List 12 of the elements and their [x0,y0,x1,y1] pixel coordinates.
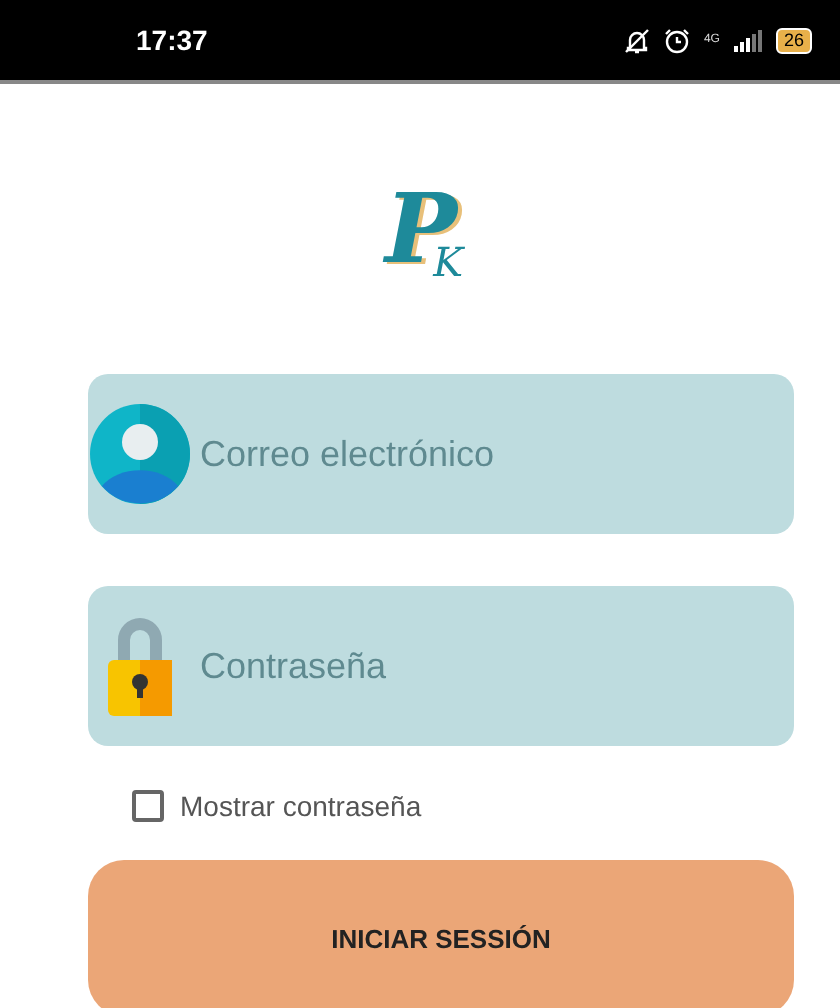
clock-time: 17:37 [136,24,210,56]
checkbox-label: Mostrar contraseña [180,790,422,822]
signal-icon [733,29,762,51]
bell-off-icon [623,27,650,53]
password-field[interactable]: Contraseña [88,586,794,746]
user-icon [88,402,192,506]
login-button[interactable]: INICIAR SESSIÓN [88,860,794,1008]
padlock-icon [104,612,176,720]
email-field[interactable]: Correo electrónico [88,374,794,534]
checkbox[interactable] [132,790,164,822]
battery-level: 26 [775,27,812,53]
alarm-icon [663,27,690,53]
